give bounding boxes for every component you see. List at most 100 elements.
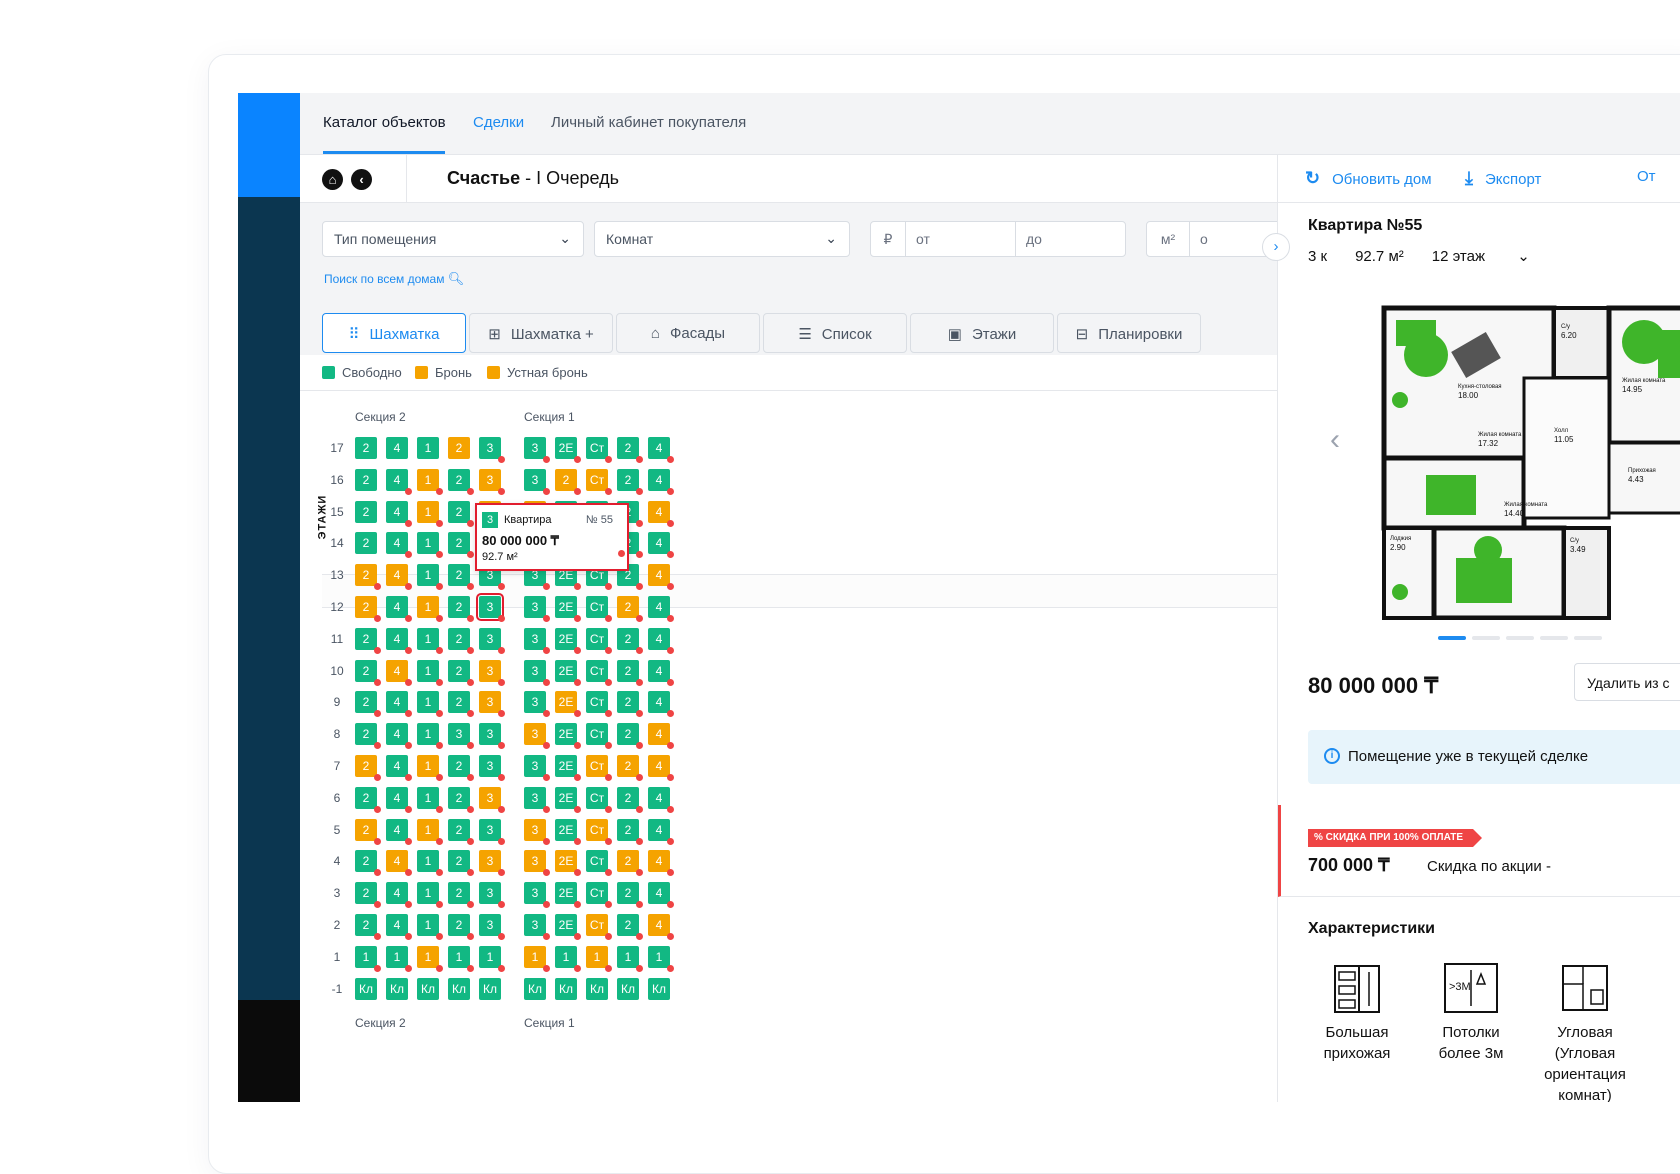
apartment-cell[interactable]: 2	[355, 850, 381, 876]
apartment-cell[interactable]: Ст	[586, 882, 612, 908]
apartment-cell[interactable]: 3	[479, 691, 505, 717]
apartment-cell[interactable]: 4	[386, 660, 412, 686]
apartment-cell[interactable]: 2Е	[555, 850, 581, 876]
apartment-cell[interactable]: 3	[479, 787, 505, 813]
apartment-cell[interactable]: 2	[448, 755, 474, 781]
plan-prev-arrow-icon[interactable]: ‹	[1330, 423, 1340, 457]
apartment-cell[interactable]: 3	[524, 914, 550, 940]
apartment-cell[interactable]: 4	[648, 628, 674, 654]
apartment-cell[interactable]: 2	[448, 660, 474, 686]
apartment-cell[interactable]: 4	[386, 850, 412, 876]
pagination-dot[interactable]	[1574, 636, 1602, 640]
apartment-cell[interactable]: 1	[479, 946, 505, 972]
apartment-cell[interactable]: 2	[617, 691, 643, 717]
pagination-dot[interactable]	[1472, 636, 1500, 640]
apartment-cell[interactable]: 4	[648, 469, 674, 495]
apartment-cell[interactable]: 1	[417, 596, 443, 622]
apartment-cell[interactable]: 2	[355, 501, 377, 523]
apartment-cell[interactable]: 1	[648, 946, 674, 972]
apartment-cell[interactable]: 3	[479, 882, 505, 908]
rooms-select[interactable]: Комнат ⌄	[594, 221, 850, 257]
apartment-cell[interactable]: 1	[448, 946, 474, 972]
apartment-cell[interactable]: Кл	[355, 978, 377, 1000]
apartment-cell[interactable]: 3	[479, 723, 505, 749]
apartment-cell[interactable]: Кл	[417, 978, 439, 1000]
apartment-cell[interactable]: 1	[555, 946, 581, 972]
apartment-cell[interactable]: 4	[386, 501, 412, 527]
apartment-cell[interactable]: Ст	[586, 755, 612, 781]
apartment-cell[interactable]: 1	[417, 819, 443, 845]
tab-deals[interactable]: Сделки	[473, 114, 524, 131]
apartment-cell[interactable]: 2Е	[555, 660, 581, 686]
apartment-cell[interactable]: 1	[417, 660, 443, 686]
chevron-right-icon[interactable]: ›	[1262, 233, 1290, 261]
apartment-cell[interactable]: 2	[355, 596, 381, 622]
view-tab-floors[interactable]: ▣ Этажи	[910, 313, 1054, 353]
apartment-cell[interactable]: 4	[648, 882, 674, 908]
apartment-cell[interactable]: Кл	[586, 978, 608, 1000]
apartment-cell[interactable]: 2Е	[555, 723, 581, 749]
apartment-cell[interactable]: 2	[355, 723, 381, 749]
apartment-cell[interactable]: 2	[555, 469, 581, 495]
apartment-cell[interactable]: 4	[648, 787, 674, 813]
tab-buyer-cabinet[interactable]: Личный кабинет покупателя	[551, 114, 746, 131]
home-icon[interactable]: ⌂	[322, 169, 343, 190]
apartment-cell[interactable]: 2	[617, 660, 643, 686]
apartment-cell[interactable]: 2	[617, 914, 643, 940]
apartment-cell[interactable]: 3	[524, 755, 550, 781]
apartment-cell[interactable]: 2	[617, 787, 643, 813]
apartment-cell[interactable]: 2Е	[555, 882, 581, 908]
view-tab-chess[interactable]: ⠿ Шахматка	[322, 313, 466, 353]
apartment-cell[interactable]: 4	[648, 660, 674, 686]
apartment-cell[interactable]: 4	[648, 596, 674, 622]
apartment-cell[interactable]: 4	[386, 564, 412, 590]
apartment-cell[interactable]: Ст	[586, 787, 612, 813]
apartment-cell[interactable]: 2	[355, 691, 381, 717]
apartment-cell[interactable]: 2Е	[555, 755, 581, 781]
apartment-cell[interactable]: Ст	[586, 691, 612, 717]
apartment-cell[interactable]: 2	[355, 882, 381, 908]
apartment-cell[interactable]: 1	[417, 946, 443, 972]
apartment-cell[interactable]: 1	[417, 564, 443, 590]
apartment-cell[interactable]: 4	[648, 914, 674, 940]
apartment-cell[interactable]: 2	[448, 850, 474, 876]
apartment-cell[interactable]: 2	[355, 437, 377, 459]
apartment-cell[interactable]: 3	[524, 882, 550, 908]
pagination-dot[interactable]	[1540, 636, 1568, 640]
price-to-input[interactable]: до	[1015, 221, 1126, 257]
apartment-cell[interactable]: 3	[479, 914, 505, 940]
apartment-cell[interactable]: 4	[386, 469, 412, 495]
apartment-cell[interactable]: 2	[355, 755, 381, 781]
apartment-cell[interactable]: 1	[417, 532, 443, 558]
apartment-cell[interactable]: 4	[648, 723, 674, 749]
apartment-cell[interactable]: 1	[417, 723, 443, 749]
apartment-cell[interactable]: 2	[355, 628, 381, 654]
apartment-cell[interactable]: 4	[386, 755, 412, 781]
remove-from-deal-button[interactable]: Удалить из с	[1574, 663, 1680, 701]
apartment-cell[interactable]: 3	[479, 628, 505, 654]
apartment-cell[interactable]: 1	[386, 946, 412, 972]
apartment-cell[interactable]: 2	[448, 787, 474, 813]
apartment-cell[interactable]: 1	[417, 469, 443, 495]
apartment-cell[interactable]: 4	[648, 532, 674, 558]
apartment-cell[interactable]: 4	[386, 914, 412, 940]
apartment-cell[interactable]: Кл	[648, 978, 670, 1000]
apartment-cell[interactable]: 2Е	[555, 437, 581, 463]
apartment-cell[interactable]: Ст	[586, 819, 612, 845]
apartment-cell[interactable]: 2	[448, 532, 474, 558]
apartment-cell[interactable]: 3	[524, 628, 550, 654]
more-action-button[interactable]: От	[1637, 168, 1656, 185]
sidebar-logo-area[interactable]	[238, 93, 300, 197]
apartment-cell[interactable]: 1	[355, 946, 381, 972]
apartment-cell[interactable]: 2Е	[555, 596, 581, 622]
apartment-cell[interactable]: 2	[448, 628, 474, 654]
apartment-cell[interactable]: Ст	[586, 723, 612, 749]
apartment-cell[interactable]: 3	[524, 850, 550, 876]
apartment-cell[interactable]: 3	[479, 755, 505, 781]
apartment-cell[interactable]: 3	[476, 593, 505, 622]
apartment-cell[interactable]: 4	[386, 819, 412, 845]
apartment-cell[interactable]: 2	[617, 469, 643, 495]
apartment-cell[interactable]: 2	[355, 660, 381, 686]
apartment-cell[interactable]: 2	[355, 532, 377, 554]
apartment-cell[interactable]: Ст	[586, 850, 612, 876]
